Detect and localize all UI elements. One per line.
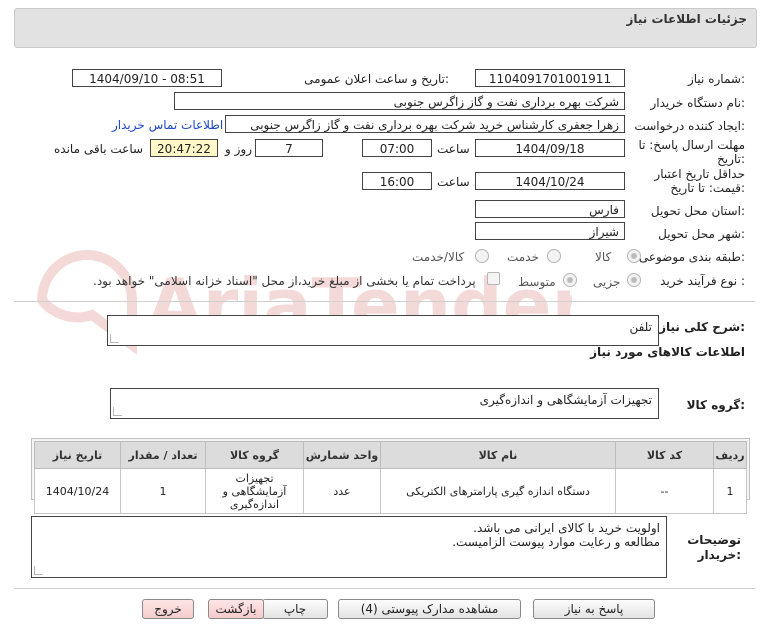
cell-row: 1 bbox=[713, 468, 747, 514]
category-radio-goods[interactable] bbox=[627, 249, 641, 263]
attachments-button[interactable]: مشاهده مدارک پیوستی (4) bbox=[338, 599, 521, 619]
process-type-label: نوع فرآیند خرید : bbox=[660, 274, 745, 288]
notes-textarea[interactable]: اولویت خرید با کالای ایرانی می باشد. مطا… bbox=[31, 516, 667, 578]
resize-grip-icon[interactable] bbox=[34, 566, 43, 575]
col-qty: تعداد / مقدار bbox=[120, 441, 206, 469]
reply-deadline-label-2: تاریخ: bbox=[717, 152, 745, 166]
price-validity-label-1: حداقل تاریخ اعتبار bbox=[654, 167, 745, 181]
table-row[interactable]: 1 -- دستگاه اندازه گیری پارامترهای الکتر… bbox=[34, 468, 747, 514]
goods-group-label: گروه کالا: bbox=[686, 398, 745, 412]
announce-datetime-field[interactable]: 1404/09/10 - 08:51 bbox=[72, 69, 222, 87]
price-validity-time-field[interactable]: 16:00 bbox=[362, 172, 432, 190]
process-option-minor: جزیی bbox=[593, 275, 621, 289]
cell-group-line2: آزمایشگاهی و bbox=[222, 484, 287, 498]
category-label: طبقه بندی موضوعی: bbox=[638, 250, 745, 264]
delivery-province-label: استان محل تحویل: bbox=[650, 204, 745, 218]
notes-line-2: مطالعه و رعایت موارد پیوست الزامیست. bbox=[452, 535, 660, 549]
divider bbox=[14, 588, 755, 589]
price-validity-time-label: ساعت bbox=[437, 175, 470, 189]
reply-deadline-label-1: مهلت ارسال پاسخ: تا bbox=[638, 138, 745, 152]
cell-date: 1404/10/24 bbox=[34, 468, 121, 514]
goods-group-text: تجهیزات آزمایشگاهی و اندازه‌گیری bbox=[479, 393, 652, 407]
reply-deadline-date-field[interactable]: 1404/09/18 bbox=[475, 139, 625, 157]
process-radio-medium[interactable] bbox=[563, 273, 577, 287]
delivery-province-field[interactable]: فارس bbox=[475, 200, 625, 218]
price-validity-label-2: قیمت: تا تاریخ: bbox=[670, 181, 745, 195]
goods-section-title: اطلاعات کالاهای مورد نیاز bbox=[590, 345, 745, 359]
price-validity-date-field[interactable]: 1404/10/24 bbox=[475, 172, 625, 190]
remaining-time-field: 20:47:22 bbox=[150, 139, 218, 157]
buyer-org-field[interactable]: شرکت بهره برداری نفت و گاز زاگرس جنوبی bbox=[174, 92, 625, 110]
col-row: ردیف bbox=[713, 441, 747, 469]
need-number-label: شماره نیاز: bbox=[687, 72, 745, 86]
creator-label: ایجاد کننده درخواست: bbox=[634, 119, 745, 133]
print-button[interactable]: چاپ bbox=[262, 599, 328, 619]
goods-group-textarea[interactable]: تجهیزات آزمایشگاهی و اندازه‌گیری bbox=[110, 388, 659, 419]
summary-textarea[interactable]: تلفن bbox=[107, 315, 659, 346]
delivery-city-field[interactable]: شیراز bbox=[475, 222, 625, 240]
reply-deadline-time-label: ساعت bbox=[437, 142, 470, 156]
col-date: تاریخ نیاز bbox=[34, 441, 121, 469]
summary-label: شرح کلی نیاز: bbox=[659, 320, 745, 334]
category-option-both: کالا/خدمت bbox=[412, 250, 465, 264]
cell-group-line3: اندازه‌گیری bbox=[229, 497, 280, 511]
cell-unit: عدد bbox=[303, 468, 381, 514]
reply-deadline-time-field[interactable]: 07:00 bbox=[362, 139, 432, 157]
col-name: نام کالا bbox=[380, 441, 616, 469]
cell-group: تجهیزات آزمایشگاهی و اندازه‌گیری bbox=[205, 468, 304, 514]
summary-text: تلفن bbox=[629, 320, 652, 334]
category-radio-both[interactable] bbox=[475, 249, 489, 263]
cell-group-line1: تجهیزات bbox=[235, 471, 274, 485]
resize-grip-icon[interactable] bbox=[110, 334, 119, 343]
col-group: گروه کالا bbox=[205, 441, 304, 469]
buyer-contact-link[interactable]: اطلاعات تماس خریدار bbox=[112, 118, 223, 132]
resize-grip-icon[interactable] bbox=[113, 407, 122, 416]
category-option-goods: کالا bbox=[595, 250, 612, 264]
divider bbox=[14, 301, 755, 302]
treasury-checkbox-text: پرداخت تمام یا بخشی از مبلغ خرید،از محل … bbox=[93, 274, 476, 288]
category-option-service: خدمت bbox=[507, 250, 539, 264]
back-button[interactable]: بازگشت bbox=[208, 599, 264, 619]
creator-field[interactable]: زهرا جعفری کارشناس خرید شرکت بهره برداری… bbox=[225, 115, 625, 133]
delivery-city-label: شهر محل تحویل: bbox=[658, 227, 745, 241]
process-radio-minor[interactable] bbox=[627, 273, 641, 287]
category-radio-service[interactable] bbox=[547, 249, 561, 263]
notes-label-1: توضیحات bbox=[687, 533, 741, 547]
treasury-checkbox[interactable] bbox=[487, 272, 500, 285]
col-code: کد کالا bbox=[615, 441, 714, 469]
buyer-org-label: نام دستگاه خریدار: bbox=[650, 96, 746, 110]
process-option-medium: متوسط bbox=[518, 275, 556, 289]
reply-button[interactable]: پاسخ به نیاز bbox=[533, 599, 655, 619]
cell-qty: 1 bbox=[120, 468, 206, 514]
items-table: ردیف کد کالا نام کالا واحد شمارش گروه کا… bbox=[34, 441, 747, 514]
reply-deadline-days-field[interactable]: 7 bbox=[255, 139, 323, 157]
notes-label-2: خریدار: bbox=[697, 548, 741, 562]
reply-deadline-days-label: روز و bbox=[225, 142, 252, 156]
need-number-field[interactable]: 1104091701001911 bbox=[475, 69, 625, 87]
exit-button[interactable]: خروج bbox=[142, 599, 194, 619]
page-title: جزئیات اطلاعات نیاز bbox=[626, 12, 747, 26]
cell-name: دستگاه اندازه گیری پارامترهای الکتریکی bbox=[380, 468, 616, 514]
remaining-time-label: ساعت باقی مانده bbox=[54, 142, 144, 156]
table-header-row: ردیف کد کالا نام کالا واحد شمارش گروه کا… bbox=[34, 441, 747, 469]
announce-datetime-label: تاریخ و ساعت اعلان عمومی: bbox=[304, 72, 449, 86]
cell-code: -- bbox=[615, 468, 714, 514]
items-table-container: ردیف کد کالا نام کالا واحد شمارش گروه کا… bbox=[31, 438, 750, 514]
notes-line-1: اولویت خرید با کالای ایرانی می باشد. bbox=[473, 521, 660, 535]
col-unit: واحد شمارش bbox=[303, 441, 381, 469]
